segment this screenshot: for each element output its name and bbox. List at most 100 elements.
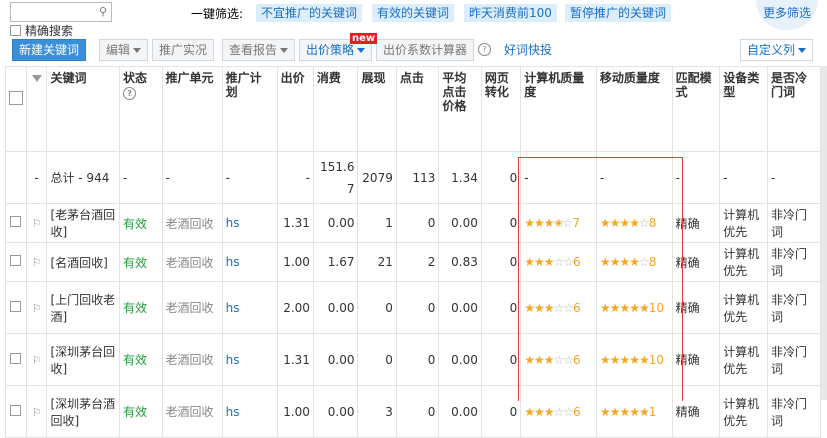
- plan-cell[interactable]: hs: [221, 203, 278, 243]
- impressions-cell: 0: [357, 333, 397, 386]
- col-mobile-quality[interactable]: 移动质量度: [595, 66, 673, 152]
- keyword-cell[interactable]: [上门回收老酒]: [46, 281, 121, 334]
- new-keyword-button[interactable]: 新建关键词: [12, 39, 87, 61]
- keyword-cell[interactable]: [深圳茅台回收]: [46, 333, 121, 386]
- flag-icon[interactable]: ⚐: [32, 256, 42, 269]
- plan-cell[interactable]: hs: [221, 385, 278, 438]
- bid-cell[interactable]: 1.31: [276, 203, 314, 243]
- quick-filter-paused[interactable]: 暂停推广的关键词: [565, 4, 672, 22]
- exact-search-checkbox[interactable]: [10, 25, 21, 36]
- col-status[interactable]: 状态?: [119, 66, 163, 152]
- match-cell: 精确: [671, 385, 721, 438]
- help-icon[interactable]: ?: [123, 87, 137, 100]
- quick-filter-valid[interactable]: 有效的关键词: [372, 4, 455, 22]
- bid-cell[interactable]: 2.00: [276, 281, 314, 334]
- unit-cell[interactable]: 老酒回收: [161, 242, 223, 282]
- help-icon[interactable]: ?: [478, 43, 491, 56]
- toolbar: 新建关键词 编辑 推广实况 查看报告 出价策略 出价系数计算器 ? 好词快投 自…: [0, 39, 827, 61]
- col-clicks[interactable]: 点击: [395, 66, 440, 152]
- cost-cell: 0.00: [312, 203, 359, 243]
- device-cell: 计算机优先: [719, 242, 768, 282]
- col-bid[interactable]: 出价: [276, 66, 314, 152]
- col-conversion[interactable]: 网页转化: [480, 66, 522, 152]
- new-badge: new: [350, 33, 378, 44]
- plan-cell[interactable]: hs: [221, 281, 278, 334]
- col-cost[interactable]: 消费: [312, 66, 359, 152]
- cost-cell: 0.00: [312, 281, 359, 334]
- pc-quality-cell: ★★★✬☆7: [520, 203, 597, 243]
- plan-cell[interactable]: hs: [221, 333, 278, 386]
- unit-cell[interactable]: 老酒回收: [161, 281, 223, 334]
- keyword-cell[interactable]: [名酒回收]: [46, 242, 121, 282]
- bid-cell[interactable]: 1.31: [276, 333, 314, 386]
- col-unit[interactable]: 推广单元: [161, 66, 223, 152]
- keyword-cell[interactable]: [老茅台酒回收]: [46, 203, 121, 243]
- row-checkbox[interactable]: [10, 404, 22, 416]
- bid-cell[interactable]: 1.00: [276, 242, 314, 282]
- col-cold-word[interactable]: 是否冷门词: [766, 66, 822, 152]
- table-row[interactable]: ⚐ [深圳茅台回收] 有效 老酒回收 hs 1.31 0.00 0 0 0.00 0 ★★★☆☆6 ★★…: [5, 333, 822, 386]
- flag-icon[interactable]: ⚐: [32, 217, 42, 230]
- col-impressions[interactable]: 展现: [357, 66, 397, 152]
- row-checkbox[interactable]: [10, 255, 22, 266]
- col-device[interactable]: 设备类型: [719, 66, 768, 152]
- more-filters-button[interactable]: 更多筛选: [756, 0, 818, 30]
- match-cell: 精确: [671, 281, 721, 334]
- table-row[interactable]: ⚐ [上门回收老酒] 有效 老酒回收 hs 2.00 0.00 0 0 0.00 0 ★★★☆☆6 ★★…: [5, 281, 822, 334]
- col-keyword[interactable]: 关键词: [46, 66, 121, 152]
- quick-filter-not-suitable[interactable]: 不宜推广的关键词: [256, 4, 363, 22]
- keyword-table: 关键词 状态? 推广单元 推广计划 出价 消费 展现 点击 平均点击价格 网页转…: [5, 66, 822, 438]
- unit-cell[interactable]: 老酒回收: [161, 203, 223, 243]
- col-pc-quality[interactable]: 计算机质量度: [520, 66, 597, 152]
- flag-icon[interactable]: ⚐: [32, 406, 42, 419]
- bid-calculator-button[interactable]: 出价系数计算器: [376, 39, 475, 61]
- pc-quality-cell: ★★★☆☆6: [520, 242, 597, 282]
- search-input[interactable]: ⚲: [10, 2, 112, 22]
- exact-search-option[interactable]: 精确搜索: [10, 22, 73, 39]
- quick-keyword-button[interactable]: 好词快投: [497, 39, 559, 61]
- star-rating: ★★★★★: [599, 352, 650, 367]
- avg-price-cell: 0.83: [438, 242, 482, 282]
- view-report-button[interactable]: 查看报告: [222, 39, 296, 61]
- table-row[interactable]: ⚐ [老茅台酒回收] 有效 老酒回收 hs 1.31 0.00 1 0 0.00 0 ★★★✬☆7 ★★…: [5, 203, 822, 243]
- edit-button[interactable]: 编辑: [99, 39, 149, 61]
- table-row[interactable]: ⚐ [名酒回收] 有效 老酒回收 hs 1.00 1.67 21 2 0.83 0 ★★★☆☆6 ★★★…: [5, 242, 822, 282]
- col-avg-price[interactable]: 平均点击价格: [438, 66, 482, 152]
- mobile-quality-cell: ★★★★★10: [595, 281, 673, 334]
- row-checkbox[interactable]: [10, 216, 22, 227]
- flag-icon[interactable]: ⚐: [32, 354, 42, 367]
- promo-status-button[interactable]: 推广实况: [152, 39, 215, 61]
- keyword-cell[interactable]: [深圳茅台酒回收]: [46, 385, 121, 438]
- total-clicks: 113: [395, 151, 440, 204]
- flag-icon[interactable]: ⚐: [32, 302, 42, 315]
- total-conversion: 0: [480, 151, 522, 204]
- col-plan[interactable]: 推广计划: [221, 66, 278, 152]
- clicks-cell: 0: [395, 203, 440, 243]
- row-checkbox[interactable]: [10, 300, 22, 312]
- row-checkbox[interactable]: [10, 352, 22, 364]
- clicks-cell: 2: [395, 242, 440, 282]
- select-all-checkbox[interactable]: [9, 91, 23, 105]
- bid-cell[interactable]: 1.00: [276, 385, 314, 438]
- search-icon[interactable]: ⚲: [99, 5, 107, 18]
- col-match-type[interactable]: 匹配模式: [671, 66, 721, 152]
- plan-cell[interactable]: hs: [221, 242, 278, 282]
- table-row[interactable]: ⚐ [深圳茅台酒回收] 有效 老酒回收 hs 1.00 0.00 3 0 0.00 0 ★★★☆☆6 ★…: [5, 385, 822, 438]
- cold-word-cell: 非冷门词: [766, 333, 822, 386]
- cost-cell: 0.00: [312, 385, 359, 438]
- chevron-down-icon: [280, 48, 289, 53]
- star-rating: ★★★★★: [599, 300, 650, 315]
- device-cell: 计算机优先: [719, 281, 768, 334]
- quick-filter-top-spend[interactable]: 昨天消费前100: [464, 4, 557, 22]
- total-avg-price: 1.34: [438, 151, 482, 204]
- star-rating: ★★★☆☆: [524, 300, 574, 315]
- unit-cell[interactable]: 老酒回收: [161, 333, 223, 386]
- unit-cell[interactable]: 老酒回收: [161, 385, 223, 438]
- custom-columns-button[interactable]: 自定义列: [740, 39, 814, 61]
- match-cell: 精确: [671, 242, 721, 282]
- select-all-cell[interactable]: [5, 66, 27, 152]
- filter-icon[interactable]: [31, 75, 42, 82]
- impressions-cell: 1: [357, 203, 397, 243]
- vertical-scrollbar[interactable]: [821, 66, 827, 400]
- mobile-quality-cell: ★★★★☆8: [595, 203, 673, 243]
